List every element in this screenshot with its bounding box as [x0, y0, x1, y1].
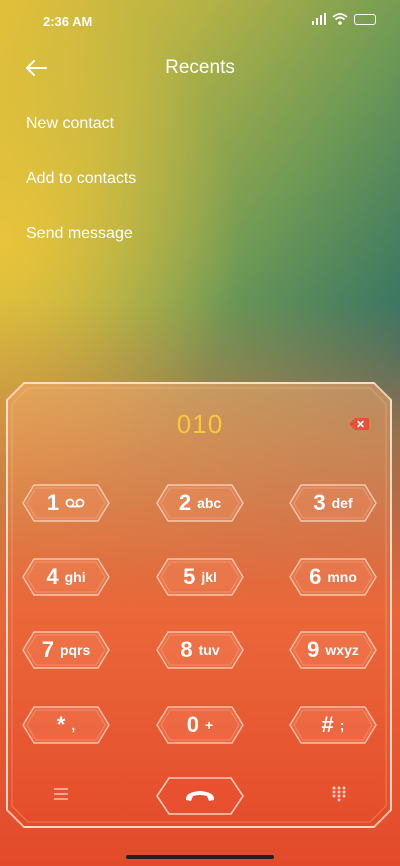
key-hash[interactable]: #; [289, 706, 377, 744]
key-4[interactable]: 4 ghi [22, 558, 110, 596]
wifi-icon [332, 13, 348, 25]
dialer-panel [6, 382, 392, 828]
key-3[interactable]: 3 def [289, 484, 377, 522]
key-7[interactable]: 7 pqrs [22, 631, 110, 669]
key-9[interactable]: 9 wxyz [289, 631, 377, 669]
key-5[interactable]: 5 jkl [156, 558, 244, 596]
home-indicator[interactable] [126, 855, 274, 859]
voicemail-icon [65, 498, 85, 508]
send-message-item[interactable]: Send message [26, 216, 136, 271]
add-to-contacts-item[interactable]: Add to contacts [26, 161, 136, 216]
key-frame [156, 706, 244, 744]
call-end-icon [185, 791, 215, 801]
menu-icon[interactable] [53, 787, 69, 801]
options-menu: New contact Add to contacts Send message [26, 106, 136, 271]
app-bar: Recents [0, 50, 400, 90]
status-icons [312, 13, 376, 25]
signal-icon [312, 13, 326, 25]
key-1[interactable]: 1 [22, 484, 110, 522]
key-frame [156, 558, 244, 596]
key-0[interactable]: 0 + [156, 706, 244, 744]
new-contact-item[interactable]: New contact [26, 106, 136, 161]
status-bar: 2:36 AM [0, 0, 400, 44]
dialed-number: 010 [176, 409, 224, 439]
status-time: 2:36 AM [43, 14, 93, 29]
backspace-icon[interactable] [348, 417, 370, 431]
key-star[interactable]: *, [22, 706, 110, 744]
key-frame [22, 706, 110, 744]
page-title: Recents [165, 57, 235, 78]
key-6[interactable]: 6 mno [289, 558, 377, 596]
battery-icon [354, 13, 376, 25]
key-2[interactable]: 2 abc [156, 484, 244, 522]
call-end-button[interactable] [155, 776, 245, 816]
key-8[interactable]: 8 tuv [156, 631, 244, 669]
keypad-icon[interactable] [331, 786, 347, 802]
